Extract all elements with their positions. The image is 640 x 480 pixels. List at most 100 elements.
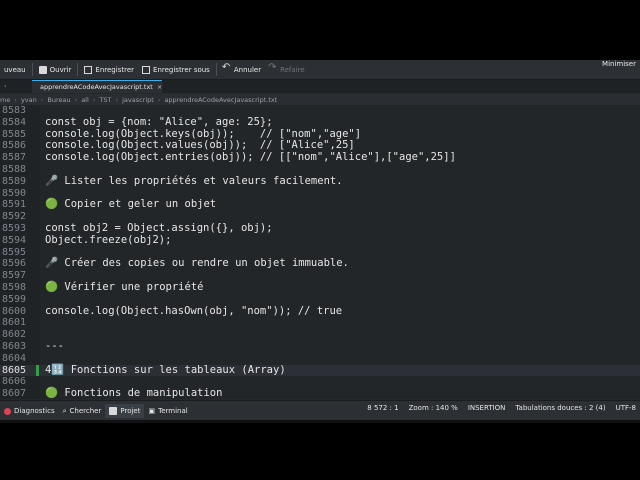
breadcrumb-item[interactable]: Bureau (47, 96, 70, 104)
line-number: 8602 (2, 329, 27, 341)
new-label: uveau (4, 65, 26, 74)
redo-label: Refaire (280, 65, 305, 74)
code-text: Object.freeze(obj2); (45, 233, 172, 246)
line-number: 8596 (2, 258, 27, 270)
code-line[interactable]: 8605 4🔢 Fonctions sur les tableaux (Array… (0, 363, 640, 377)
tab-label: apprendreACodeAvecJavascript.txt (40, 83, 153, 91)
redo-button[interactable]: Refaire (265, 61, 309, 78)
line-number: 8591 (2, 199, 27, 211)
breadcrumb-item[interactable]: apprendreACodeAvecJavascript.txt (164, 96, 277, 104)
breadcrumb-item[interactable]: javascript (122, 96, 154, 104)
save-as-icon (142, 65, 151, 74)
code-line[interactable]: 8598 🟢 Vérifier une propriété (0, 281, 640, 294)
diagnostics-button[interactable]: Diagnostics (0, 404, 59, 418)
code-text: 🎤 Lister les propriétés et valeurs facil… (45, 174, 343, 187)
line-number: 8607 (2, 388, 27, 399)
line-number: 8604 (2, 352, 27, 364)
line-number: 8605 (2, 364, 27, 376)
main-toolbar: uveau Ouvrir Enregistrer Enregistrer sou… (0, 60, 640, 80)
line-number: 8588 (2, 164, 27, 175)
new-button[interactable]: uveau (0, 61, 30, 78)
line-number: 8592 (2, 211, 27, 223)
line-number: 8589 (2, 175, 27, 187)
undo-label: Annuler (233, 65, 262, 74)
toolbar-separator (31, 63, 33, 76)
code-line[interactable]: 8589 🎤 Lister les propriétés et valeurs f… (0, 174, 640, 188)
chevron-right-icon: › (92, 95, 96, 104)
chevron-right-icon: › (157, 95, 161, 104)
encoding[interactable]: UTF-8 (616, 404, 636, 412)
status-right: 8 572 : 1 Zoom : 140 % INSERTION Tabulat… (367, 404, 636, 412)
save-label: Enregistrer (95, 65, 135, 74)
code-line[interactable]: 8587 console.log(Object.entries(obj)); //… (0, 151, 640, 164)
modified-line-marker (36, 364, 39, 377)
indentation-setting[interactable]: Tabulations douces : 2 (4) (515, 404, 605, 412)
line-number: 8599 (2, 293, 27, 305)
breadcrumb-item[interactable]: TST (99, 96, 111, 104)
save-as-label: Enregistrer sous (153, 65, 210, 74)
code-line[interactable]: 8599 (0, 294, 640, 306)
line-number: 8590 (2, 187, 27, 199)
tab-active-file[interactable]: apprendreACodeAvecJavascript.txt × (32, 80, 162, 93)
code-text: console.log(Object.hasOwn(obj, "nom")); … (45, 304, 343, 317)
zoom-level[interactable]: Zoom : 140 % (409, 404, 458, 412)
text-editor[interactable]: 8583 8584 const obj = {nom: "Alice", age: … (0, 105, 640, 399)
line-number: 8585 (2, 128, 27, 140)
line-number: 8601 (2, 317, 27, 329)
code-text: 4🔢 Fonctions sur les tableaux (Array) (45, 363, 286, 376)
cursor-position[interactable]: 8 572 : 1 (367, 404, 398, 412)
redo-icon (268, 62, 277, 74)
code-text: 🟢 Copier et geler un objet (45, 198, 217, 211)
code-text: 🟢 Vérifier une propriété (45, 281, 204, 293)
code-line[interactable]: 8603 --- (0, 340, 640, 353)
toolbar-separator (77, 63, 79, 76)
line-number: 8584 (2, 116, 27, 128)
taskbar-strip (0, 420, 640, 423)
chevron-right-icon: › (74, 95, 78, 104)
save-as-button[interactable]: Enregistrer sous (138, 61, 214, 78)
code-line[interactable]: 8602 (0, 329, 640, 341)
project-icon (109, 407, 118, 415)
terminal-label: Terminal (158, 407, 188, 415)
breadcrumb-item[interactable]: yvan (21, 96, 37, 104)
code-line[interactable]: 8604 (0, 353, 640, 365)
line-number: 8606 (2, 376, 27, 388)
close-tab-icon[interactable]: × (157, 83, 162, 91)
line-number: 8587 (2, 152, 27, 164)
project-button[interactable]: Projet (105, 404, 145, 418)
input-mode[interactable]: INSERTION (468, 404, 506, 412)
search-button[interactable]: ⌕ Chercher (59, 404, 106, 418)
save-icon (84, 65, 93, 74)
diagnostics-label: Diagnostics (14, 407, 55, 415)
chevron-right-icon: › (115, 95, 119, 104)
folder-icon (38, 65, 47, 74)
code-text: 🟢 Fonctions de manipulation (45, 387, 223, 399)
code-line[interactable]: 8594 Object.freeze(obj2); (0, 233, 640, 247)
status-bar: Diagnostics ⌕ Chercher Projet ▣ Terminal… (0, 400, 640, 420)
terminal-icon: ▣ (148, 407, 156, 415)
code-line[interactable]: 8607 🟢 Fonctions de manipulation (0, 387, 640, 399)
minimize-button[interactable]: Minimiser (602, 60, 636, 68)
code-line[interactable]: 8596 🎤 Créer des copies ou rendre un obje… (0, 258, 640, 270)
toolbar-separator (215, 63, 217, 76)
open-button[interactable]: Ouvrir (35, 61, 76, 78)
breadcrumb-item[interactable]: me (0, 96, 10, 104)
line-number: 8586 (2, 140, 27, 152)
code-line[interactable]: 8584 const obj = {nom: "Alice", age: 25}; (0, 116, 640, 129)
tab-scroll-left-icon[interactable]: ‹ (4, 82, 7, 90)
code-line[interactable]: 8591 🟢 Copier et geler un objet (0, 199, 640, 211)
diagnostics-icon (4, 407, 11, 415)
line-number: 8598 (2, 282, 27, 293)
code-line[interactable]: 8601 (0, 317, 640, 329)
code-text: console.log(Object.entries(obj)); // [["… (45, 151, 456, 164)
code-line[interactable]: 8600 console.log(Object.hasOwn(obj, "nom"… (0, 304, 640, 318)
line-number: 8603 (2, 341, 27, 352)
line-number: 8600 (2, 305, 27, 317)
line-number: 8594 (2, 234, 27, 246)
breadcrumb-item[interactable]: all (81, 96, 89, 104)
save-button[interactable]: Enregistrer (80, 61, 138, 78)
undo-button[interactable]: Annuler (219, 61, 265, 78)
terminal-button[interactable]: ▣ Terminal (144, 404, 191, 418)
undo-icon (222, 62, 231, 74)
open-label: Ouvrir (49, 65, 72, 74)
